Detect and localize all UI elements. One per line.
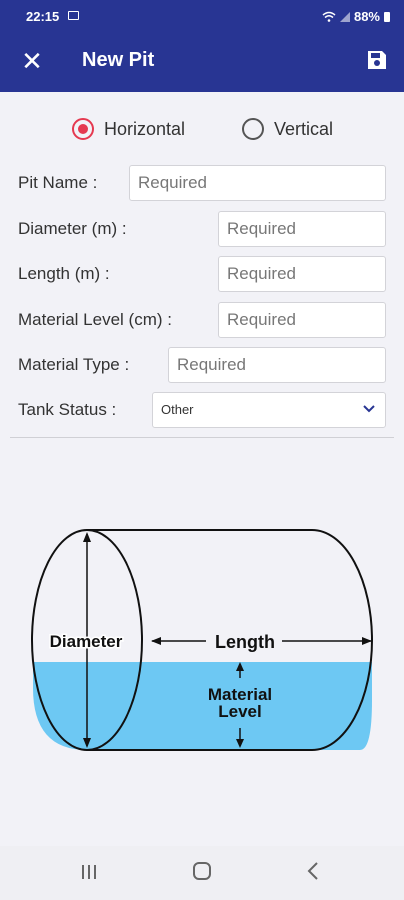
back-icon[interactable]: [306, 861, 320, 881]
system-nav-bar: [0, 846, 404, 900]
status-bar: 22:15 88%: [0, 0, 404, 30]
radio-vertical[interactable]: Vertical: [242, 118, 333, 140]
material-type-input[interactable]: Required: [168, 347, 386, 383]
divider: [10, 437, 394, 438]
pit-name-input[interactable]: Required: [129, 165, 386, 201]
diameter-arrowhead-top: [83, 532, 91, 542]
battery-icon: [384, 11, 390, 22]
level-label: Level: [218, 702, 261, 721]
battery-percent: 88%: [353, 9, 380, 24]
pit-name-label: Pit Name :: [18, 173, 98, 192]
diameter-input[interactable]: Required: [218, 211, 386, 247]
length-label: Length (m) :: [18, 264, 110, 283]
radio-horizontal[interactable]: Horizontal: [72, 118, 185, 140]
tank-status-value: Other: [161, 402, 194, 417]
length-input[interactable]: Required: [218, 256, 386, 292]
length-arrowhead-left: [151, 637, 161, 645]
material-type-label: Material Type :: [18, 355, 130, 374]
diameter-label: Diameter: [50, 632, 123, 651]
material-level-label: Material Level (cm) :: [18, 310, 172, 329]
liquid-fill: [33, 662, 372, 750]
material-level-input[interactable]: Required: [218, 302, 386, 338]
chevron-down-icon: [363, 405, 375, 413]
radio-vertical-label: Vertical: [274, 118, 334, 139]
save-icon[interactable]: [366, 49, 388, 71]
gallery-icon: [68, 11, 79, 20]
tank-status-label: Tank Status :: [18, 400, 117, 419]
length-label: Length: [215, 632, 275, 652]
radio-horizontal-label: Horizontal: [104, 118, 186, 139]
status-time: 22:15: [26, 9, 60, 24]
wifi-icon: [322, 11, 336, 22]
tank-diagram: Diameter Length Material Level: [31, 529, 373, 751]
length-arrowhead-right: [362, 637, 372, 645]
status-right: 88%: [322, 9, 390, 24]
tank-status-select[interactable]: Other: [152, 392, 386, 428]
close-icon[interactable]: ✕: [18, 44, 46, 78]
recent-apps-icon[interactable]: [80, 864, 98, 880]
radio-horizontal-circle: [72, 118, 94, 140]
page-title: New Pit: [82, 49, 155, 71]
app-bar: ✕ New Pit: [0, 30, 404, 92]
orientation-group: Horizontal Vertical: [0, 116, 404, 144]
signal-icon: [339, 11, 350, 22]
home-icon[interactable]: [193, 862, 211, 880]
radio-vertical-circle: [242, 118, 264, 140]
diameter-label: Diameter (m) :: [18, 219, 127, 238]
